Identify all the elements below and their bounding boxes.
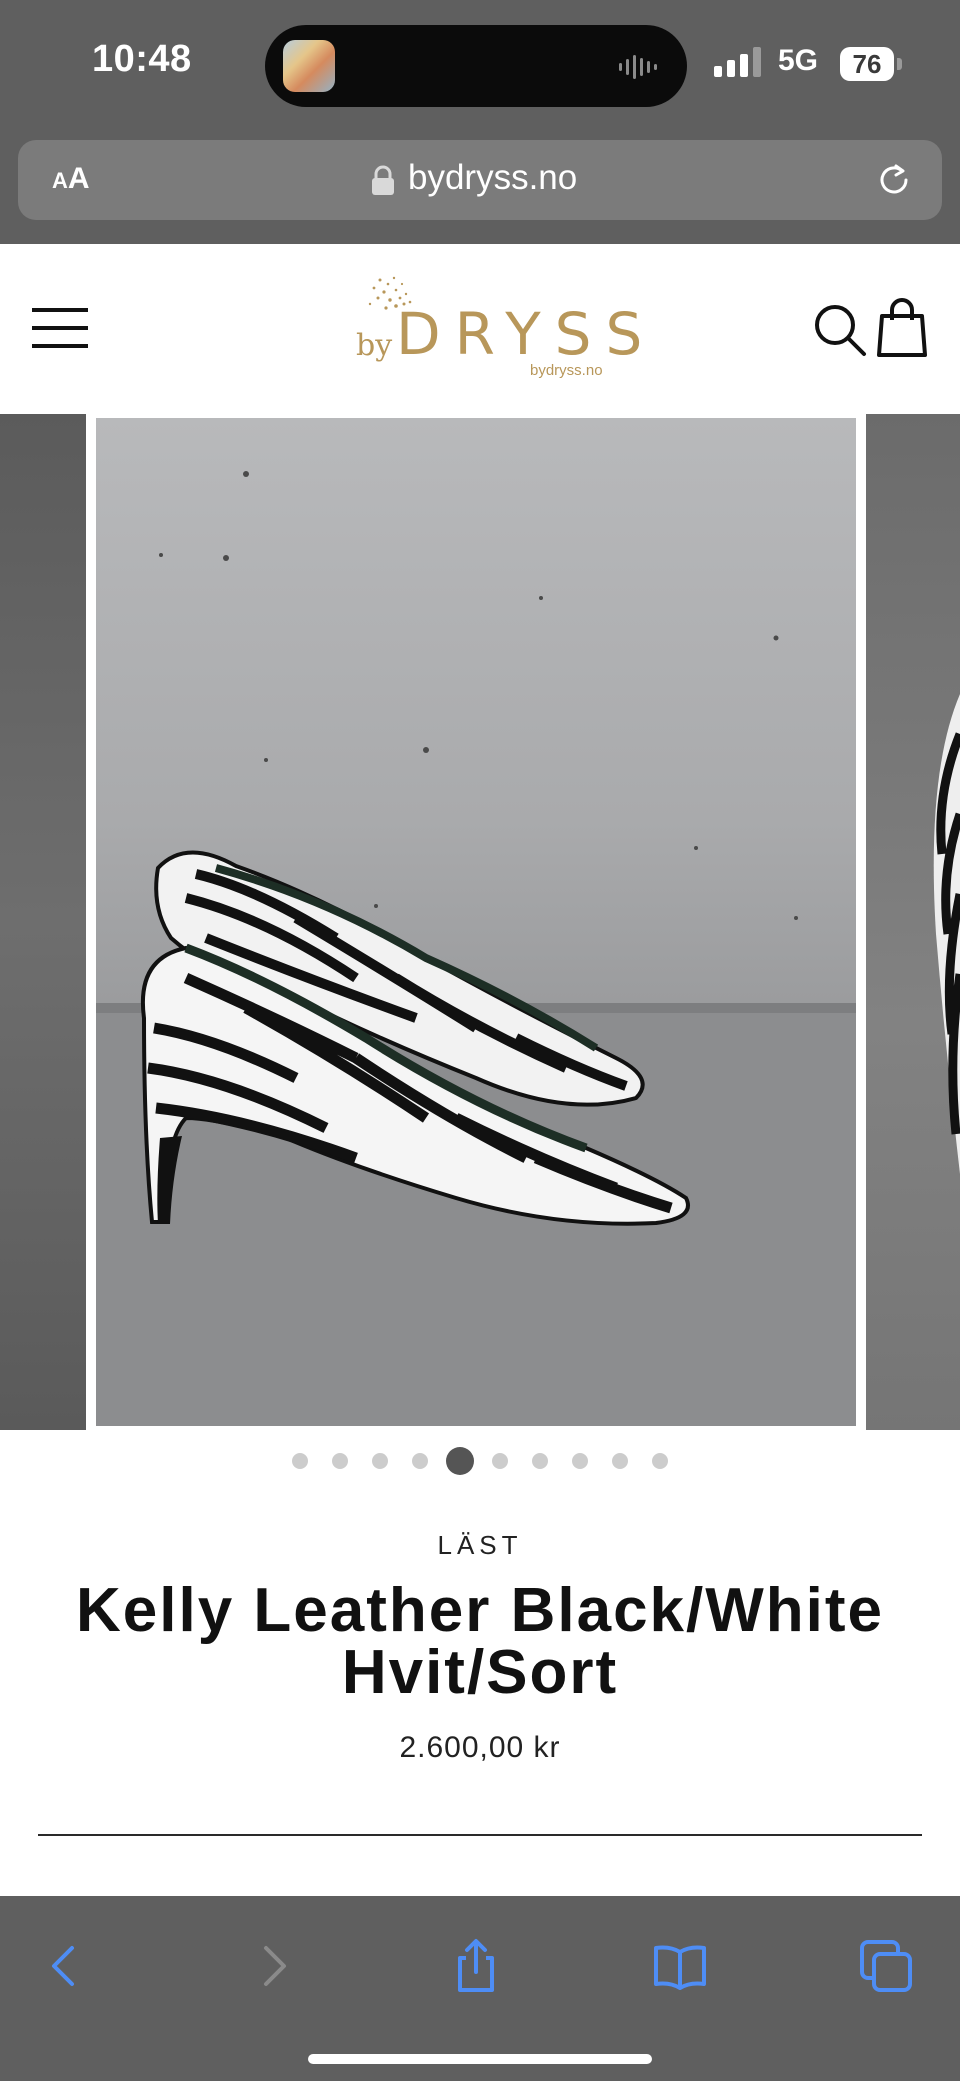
battery-cap [897,58,902,70]
status-time: 10:48 [92,38,192,80]
battery-level: 76 [840,47,894,81]
share-icon[interactable] [446,1936,506,1996]
audio-waveform-icon [619,55,657,79]
carousel-pagination [0,1440,960,1480]
address-bar[interactable]: AA bydryss.no [18,140,942,220]
next-slide-peek[interactable] [866,414,960,1430]
zebra-pumps-illustration [96,471,856,1426]
tabs-icon[interactable] [856,1936,916,1996]
search-icon[interactable] [812,302,868,358]
logo-domain: bydryss.no [530,362,603,379]
pagination-dot[interactable] [292,1453,308,1469]
menu-button[interactable] [32,306,88,350]
shopping-bag-icon[interactable] [876,298,928,358]
pagination-dot-active[interactable] [446,1447,474,1475]
pagination-dot[interactable] [492,1453,508,1469]
pagination-dot[interactable] [412,1453,428,1469]
store-logo[interactable]: by DRYSS bydryss.no [330,274,642,384]
home-indicator[interactable] [308,2054,652,2064]
logo-wordmark: DRYSS [396,300,657,368]
product-vendor[interactable]: LÄST [0,1530,960,1561]
store-header: by DRYSS bydryss.no [0,244,960,415]
product-image-zebra-pumps[interactable] [96,418,856,1426]
reload-icon[interactable] [872,158,916,202]
pagination-dot[interactable] [372,1453,388,1469]
browser-toolbar [0,1896,960,2081]
now-playing-artwork-icon [283,40,335,92]
book-icon[interactable] [650,1936,710,1996]
previous-slide-peek[interactable] [0,414,86,1430]
pagination-dot[interactable] [612,1453,628,1469]
product-image-carousel[interactable] [0,414,960,1430]
product-title: Kelly Leather Black/White Hvit/Sort [75,1576,885,1707]
pagination-dot[interactable] [652,1453,668,1469]
dynamic-island [265,25,687,107]
pagination-dot[interactable] [532,1453,548,1469]
pagination-dot[interactable] [332,1453,348,1469]
section-divider [38,1834,922,1836]
url-text[interactable]: bydryss.no [408,158,577,198]
lock-icon [372,165,394,195]
next-slide-zebra-preview [933,694,960,1174]
logo-prefix: by [356,328,393,363]
hamburger-icon [32,308,88,312]
product-price: 2.600,00 kr [399,1731,561,1764]
network-type: 5G [778,44,819,77]
pagination-dot[interactable] [572,1453,588,1469]
cellular-signal-icon [714,47,761,77]
chevron-left-icon[interactable] [34,1936,94,1996]
text-size-button[interactable]: AA [52,162,90,196]
ios-status-and-address-area: 10:48 5G 76 AA bydryss.no [0,0,960,244]
chevron-right-icon[interactable] [244,1936,304,1996]
